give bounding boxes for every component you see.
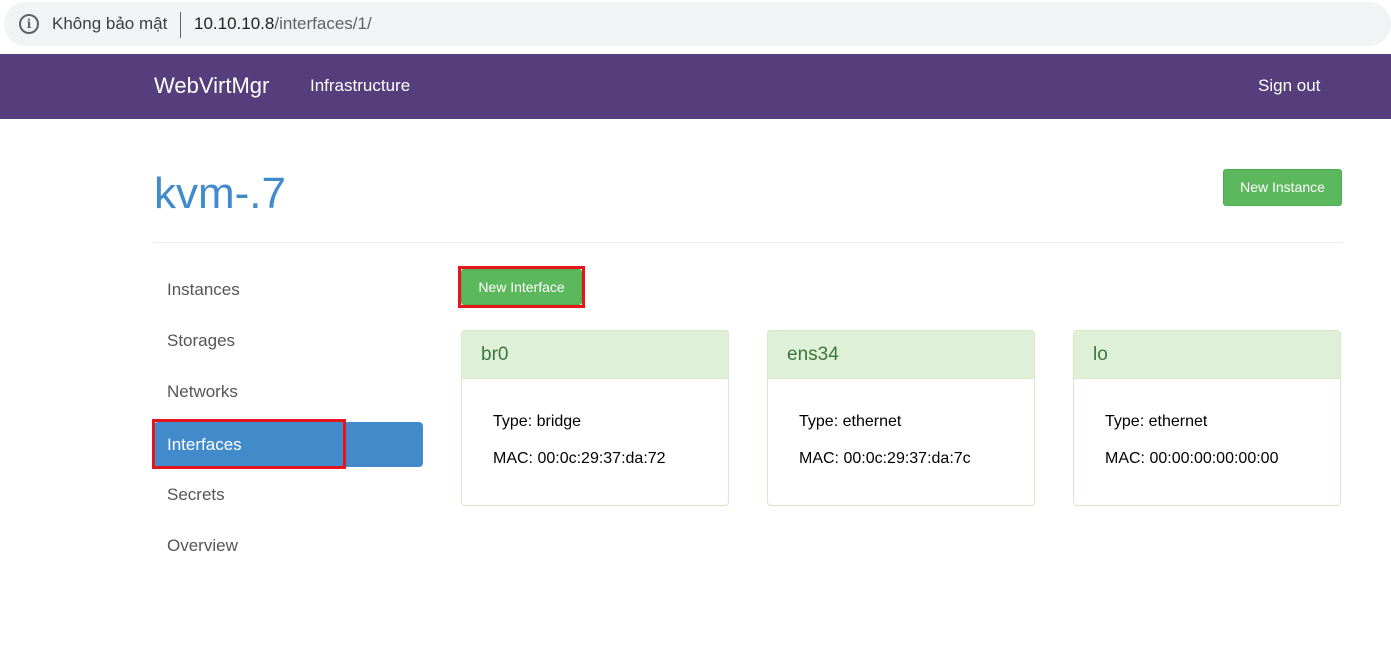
- type-prefix: Type:: [1105, 413, 1145, 430]
- type-prefix: Type:: [493, 413, 533, 430]
- interface-name[interactable]: br0: [462, 331, 728, 379]
- mac-value: 00:0c:29:37:da:7c: [843, 450, 971, 467]
- interface-type: Type: bridge: [493, 413, 581, 431]
- interface-type: Type: ethernet: [1105, 413, 1207, 431]
- omnibox-separator: [180, 12, 181, 38]
- header-divider: [154, 242, 1342, 243]
- url-text[interactable]: 10.10.10.8/interfaces/1/: [194, 14, 372, 34]
- interface-mac: MAC: 00:0c:29:37:da:7c: [799, 450, 971, 468]
- interface-card-br0[interactable]: br0 Type: bridge MAC: 00:0c:29:37:da:72: [461, 330, 729, 506]
- browser-address-bar: i Không bảo mật 10.10.10.8/interfaces/1/: [0, 0, 1391, 54]
- security-label[interactable]: Không bảo mật: [52, 14, 167, 34]
- interface-card-lo[interactable]: lo Type: ethernet MAC: 00:00:00:00:00:00: [1073, 330, 1341, 506]
- sidebar-item-interfaces[interactable]: Interfaces: [154, 422, 423, 467]
- type-value: ethernet: [1148, 413, 1208, 430]
- top-navbar: WebVirtMgr Infrastructure Sign out: [0, 54, 1391, 119]
- mac-prefix: MAC:: [493, 450, 533, 467]
- brand-link[interactable]: WebVirtMgr: [154, 73, 269, 99]
- mac-prefix: MAC:: [1105, 450, 1145, 467]
- sidebar-item-secrets[interactable]: Secrets: [154, 472, 423, 517]
- sidebar-item-storages[interactable]: Storages: [154, 318, 423, 363]
- type-value: bridge: [536, 413, 582, 430]
- omnibox[interactable]: i Không bảo mật 10.10.10.8/interfaces/1/: [4, 2, 1391, 46]
- mac-value: 00:0c:29:37:da:72: [537, 450, 666, 467]
- type-value: ethernet: [842, 413, 902, 430]
- new-instance-button[interactable]: New Instance: [1223, 169, 1342, 206]
- mac-value: 00:00:00:00:00:00: [1149, 450, 1279, 467]
- url-path: /interfaces/1/: [274, 14, 372, 33]
- sidebar-item-overview[interactable]: Overview: [154, 523, 423, 568]
- interface-type: Type: ethernet: [799, 413, 901, 431]
- nav-infrastructure[interactable]: Infrastructure: [310, 76, 410, 96]
- info-icon[interactable]: i: [19, 14, 39, 34]
- mac-prefix: MAC:: [799, 450, 839, 467]
- type-prefix: Type:: [799, 413, 839, 430]
- sign-out-link[interactable]: Sign out: [1258, 76, 1320, 96]
- url-host: 10.10.10.8: [194, 14, 275, 33]
- new-interface-button[interactable]: New Interface: [461, 269, 582, 305]
- sidebar-item-instances[interactable]: Instances: [154, 267, 423, 312]
- interface-name[interactable]: lo: [1074, 331, 1340, 379]
- page-title: kvm-.7: [154, 169, 286, 218]
- interface-mac: MAC: 00:00:00:00:00:00: [1105, 450, 1278, 468]
- interface-card-ens34[interactable]: ens34 Type: ethernet MAC: 00:0c:29:37:da…: [767, 330, 1035, 506]
- sidebar-item-networks[interactable]: Networks: [154, 369, 423, 414]
- interface-mac: MAC: 00:0c:29:37:da:72: [493, 450, 666, 468]
- interface-name[interactable]: ens34: [768, 331, 1034, 379]
